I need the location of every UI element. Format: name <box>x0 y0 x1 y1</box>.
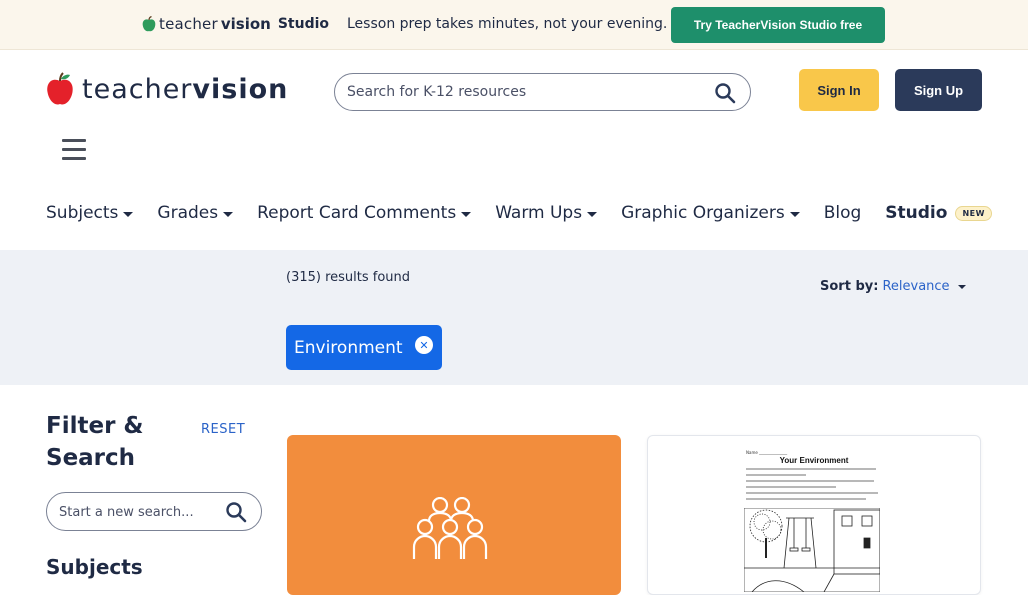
worksheet-name-line: Name ______________ <box>746 450 788 455</box>
group-people-icon <box>412 497 488 559</box>
results-count: (315) results found <box>286 270 411 285</box>
site-logo[interactable]: teacher vision <box>46 72 288 106</box>
promo-studio-logo[interactable]: teacher vision Studio <box>142 15 329 33</box>
nav-label: Report Card Comments <box>257 203 457 223</box>
sort-dropdown[interactable]: Sort by: Relevance <box>820 279 966 294</box>
nav-item-graphic-organizers[interactable]: Graphic Organizers <box>621 203 800 223</box>
sign-in-button[interactable]: Sign In <box>799 69 879 111</box>
caret-down-icon <box>223 211 234 217</box>
filter-search-heading: Filter & Search <box>46 413 144 471</box>
filter-chip-environment[interactable]: Environment ✕ <box>286 325 442 370</box>
nav-label: Warm Ups <box>495 203 583 223</box>
nav-label: Grades <box>157 203 219 223</box>
caret-down-icon <box>461 211 472 217</box>
logo-word-vision: vision <box>192 73 289 105</box>
header-search <box>334 73 751 111</box>
promo-message: Lesson prep takes minutes, not your even… <box>347 16 668 32</box>
apple-logo-icon <box>142 16 156 32</box>
new-badge: NEW <box>955 205 992 221</box>
nav-label: Studio <box>885 203 948 223</box>
search-icon[interactable] <box>225 501 247 523</box>
resource-card[interactable] <box>287 435 621 595</box>
nav-item-warm-ups[interactable]: Warm Ups <box>495 203 598 223</box>
logo-word-teacher: teacher <box>82 73 193 105</box>
promo-logo-teacher: teacher <box>159 15 218 33</box>
nav-item-report-card-comments[interactable]: Report Card Comments <box>257 203 472 223</box>
try-studio-button[interactable]: Try TeacherVision Studio free <box>671 7 885 43</box>
worksheet-text-lines <box>746 468 878 504</box>
nav-label: Subjects <box>46 203 119 223</box>
caret-down-icon <box>957 284 966 289</box>
worksheet-thumbnail: Name ______________ Your Environment <box>744 450 884 592</box>
sidebar-search-input[interactable] <box>59 502 219 522</box>
worksheet-drawing <box>744 508 880 592</box>
nav-label: Blog <box>823 203 862 223</box>
worksheet-title: Your Environment <box>779 456 849 465</box>
promo-bar: teacher vision Studio Lesson prep takes m… <box>0 0 1028 50</box>
main-nav: Subjects Grades Report Card Comments War… <box>46 203 1016 223</box>
promo-logo-studio: Studio <box>277 16 330 32</box>
menu-icon[interactable] <box>62 139 86 161</box>
close-icon[interactable]: ✕ <box>415 336 433 354</box>
resource-card[interactable]: Name ______________ Your Environment <box>647 435 981 595</box>
results-band: (315) results found Sort by: Relevance E… <box>0 250 1028 385</box>
caret-down-icon <box>587 211 598 217</box>
nav-item-studio[interactable]: Studio NEW <box>885 203 992 223</box>
reset-link[interactable]: RESET <box>201 422 245 437</box>
nav-item-blog[interactable]: Blog <box>824 203 862 223</box>
filter-chip-label: Environment <box>294 337 403 358</box>
sign-up-button[interactable]: Sign Up <box>895 69 982 111</box>
sort-label: Sort by: <box>820 279 879 294</box>
promo-logo-vision: vision <box>220 15 271 33</box>
caret-down-icon <box>789 211 800 217</box>
search-icon[interactable] <box>714 82 736 104</box>
nav-label: Graphic Organizers <box>621 203 785 223</box>
nav-item-subjects[interactable]: Subjects <box>46 203 134 223</box>
caret-down-icon <box>123 211 134 217</box>
sidebar-search <box>46 492 262 531</box>
sort-value: Relevance <box>882 279 950 294</box>
apple-logo-icon <box>47 72 73 105</box>
nav-item-grades[interactable]: Grades <box>157 203 234 223</box>
subjects-heading: Subjects <box>46 555 143 579</box>
header-search-input[interactable] <box>347 82 707 102</box>
